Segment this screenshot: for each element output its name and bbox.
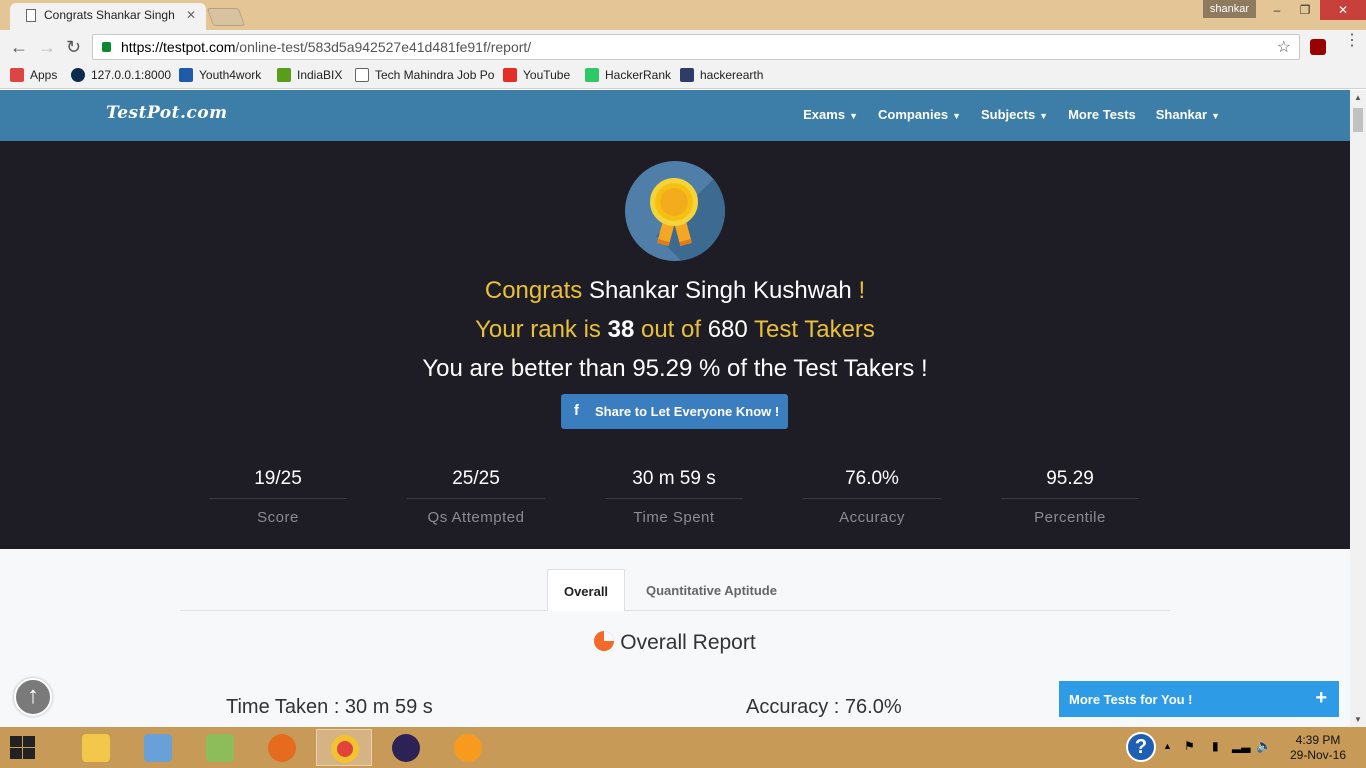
bookmark-apps[interactable]: Apps	[10, 68, 57, 82]
close-icon[interactable]: ✕	[186, 8, 196, 22]
tab-overall[interactable]: Overall	[547, 569, 625, 611]
plus-icon[interactable]: +	[1315, 687, 1327, 710]
nav-menu: Exams ▼ Companies ▼ Subjects ▼ More Tests S…	[803, 107, 1220, 122]
bookmark-hackerrank[interactable]: HackerRank	[585, 68, 671, 82]
bookmarks-bar: Apps 127.0.0.1:8000 Youth4work IndiaBIX …	[0, 64, 1366, 89]
battery-icon[interactable]: ▮	[1212, 739, 1219, 753]
lock-icon	[102, 42, 111, 52]
browser-tabstrip: Congrats Shankar Singh ✕ shankar – ❐ ✕	[0, 0, 1366, 30]
youth4work-icon	[179, 68, 193, 82]
site-navbar: TestPot.com Exams ▼ Companies ▼ Subjects ▼ …	[0, 90, 1350, 141]
bookmark-localhost[interactable]: 127.0.0.1:8000	[71, 68, 171, 82]
help-icon[interactable]: ?	[1126, 732, 1156, 762]
pie-chart-icon	[594, 631, 615, 651]
bookmark-indiabix[interactable]: IndiaBIX	[277, 68, 342, 82]
page-scrollbar[interactable]: ▲ ▼	[1350, 90, 1366, 727]
award-medal-icon	[625, 161, 725, 261]
page-icon	[26, 9, 36, 22]
forward-icon[interactable]: →	[38, 37, 56, 58]
extension-icon[interactable]	[1310, 39, 1326, 55]
hackerrank-icon	[585, 68, 599, 82]
close-window-icon[interactable]: ✕	[1320, 0, 1366, 20]
scroll-up-icon[interactable]: ▲	[1354, 93, 1362, 102]
nav-more-tests[interactable]: More Tests	[1068, 107, 1136, 122]
tab-quantitative-aptitude[interactable]: Quantitative Aptitude	[646, 583, 777, 598]
control-panel-icon[interactable]	[130, 729, 186, 766]
profile-chip[interactable]: shankar	[1203, 0, 1256, 18]
caret-down-icon: ▼	[952, 111, 961, 121]
tab-divider	[180, 610, 1170, 611]
eclipse-icon[interactable]	[378, 729, 434, 766]
stat-time-spent: 30 m 59 s Time Spent	[605, 468, 743, 526]
new-tab-button[interactable]	[206, 8, 246, 26]
site-logo[interactable]: TestPot.com	[106, 103, 228, 123]
stat-accuracy: 76.0% Accuracy	[803, 468, 941, 526]
youtube-icon	[503, 68, 517, 82]
result-hero: Congrats Shankar Singh Kushwah ! Your ra…	[0, 141, 1350, 549]
more-tests-panel[interactable]: More Tests for You ! +	[1059, 681, 1339, 717]
minimize-icon[interactable]: –	[1262, 0, 1292, 20]
percentile-line: You are better than 95.29 % of the Test …	[422, 355, 928, 382]
accuracy-summary: Accuracy : 76.0%	[746, 696, 902, 718]
firefox-icon[interactable]	[254, 729, 310, 766]
stat-percentile: 95.29 Percentile	[1001, 468, 1139, 526]
address-bar-row: ← → ↻ https://testpot.com/online-test/58…	[0, 30, 1366, 64]
bookmark-hackerearth[interactable]: hackerearth	[680, 68, 763, 82]
menu-icon[interactable]: ⋮	[1344, 33, 1360, 49]
congrats-heading: Congrats Shankar Singh Kushwah !	[484, 277, 866, 304]
volume-icon[interactable]: 🔈	[1256, 738, 1272, 754]
url-host: https://testpot.com	[121, 39, 236, 55]
windows-start-icon[interactable]	[10, 736, 36, 760]
chrome-icon[interactable]	[316, 729, 372, 766]
total-takers: 680	[707, 316, 748, 343]
browser-tab[interactable]: Congrats Shankar Singh ✕	[10, 3, 206, 30]
nav-exams[interactable]: Exams ▼	[803, 107, 858, 122]
nav-companies[interactable]: Companies ▼	[878, 107, 961, 122]
page-viewport: TestPot.com Exams ▼ Companies ▼ Subjects ▼ …	[0, 90, 1350, 727]
url-input[interactable]: https://testpot.com/online-test/583d5a94…	[92, 34, 1300, 60]
caret-down-icon: ▼	[1211, 111, 1220, 121]
system-clock[interactable]: 4:39 PM 29-Nov-16	[1288, 733, 1348, 763]
share-button[interactable]: f Share to Let Everyone Know !	[561, 394, 788, 429]
notepad-icon[interactable]	[192, 729, 248, 766]
media-player-icon[interactable]	[440, 729, 496, 766]
reload-icon[interactable]: ↻	[66, 37, 81, 58]
time-taken: Time Taken : 30 m 59 s	[226, 696, 433, 718]
network-icon[interactable]: ▂▃	[1232, 739, 1250, 753]
tray-expand-icon[interactable]: ▲	[1163, 741, 1172, 751]
restore-icon[interactable]: ❐	[1290, 0, 1320, 20]
stat-attempted: 25/25 Qs Attempted	[407, 468, 545, 526]
caret-down-icon: ▼	[849, 111, 858, 121]
rank-value: 38	[607, 316, 635, 343]
action-center-icon[interactable]: ⚑	[1184, 739, 1195, 753]
nav-subjects[interactable]: Subjects ▼	[981, 107, 1048, 122]
windows-taskbar: ? ▲ ⚑ ▮ ▂▃ 🔈 4:39 PM 29-Nov-16	[0, 727, 1366, 768]
file-explorer-icon[interactable]	[68, 729, 124, 766]
bookmark-star-icon[interactable]: ☆	[1277, 37, 1291, 57]
page-icon	[355, 68, 369, 82]
url-path: /online-test/583d5a942527e41d481fe91f/re…	[235, 39, 532, 55]
stat-score: 19/25 Score	[209, 468, 347, 526]
bookmark-youth4work[interactable]: Youth4work	[179, 68, 261, 82]
indiabix-icon	[277, 68, 291, 82]
globe-icon	[71, 68, 85, 82]
caret-down-icon: ▼	[1039, 111, 1049, 121]
bookmark-tech-mahindra[interactable]: Tech Mahindra Job Po	[355, 68, 494, 82]
nav-user-menu[interactable]: Shankar ▼	[1156, 107, 1220, 122]
facebook-icon: f	[574, 402, 579, 419]
scrollbar-thumb[interactable]	[1353, 108, 1363, 132]
rank-line: Your rank is 38 out of 680 Test Takers	[475, 316, 875, 343]
apps-grid-icon	[10, 68, 24, 82]
scroll-down-icon[interactable]: ▼	[1354, 715, 1362, 724]
hackerearth-icon	[680, 68, 694, 82]
bookmark-youtube[interactable]: YouTube	[503, 68, 570, 82]
scroll-to-top-button[interactable]: ↑	[14, 678, 52, 716]
user-name: Shankar Singh Kushwah	[588, 277, 852, 304]
back-icon[interactable]: ←	[10, 37, 28, 58]
report-title: Overall Report	[0, 631, 1350, 655]
tab-title: Congrats Shankar Singh	[44, 8, 175, 22]
